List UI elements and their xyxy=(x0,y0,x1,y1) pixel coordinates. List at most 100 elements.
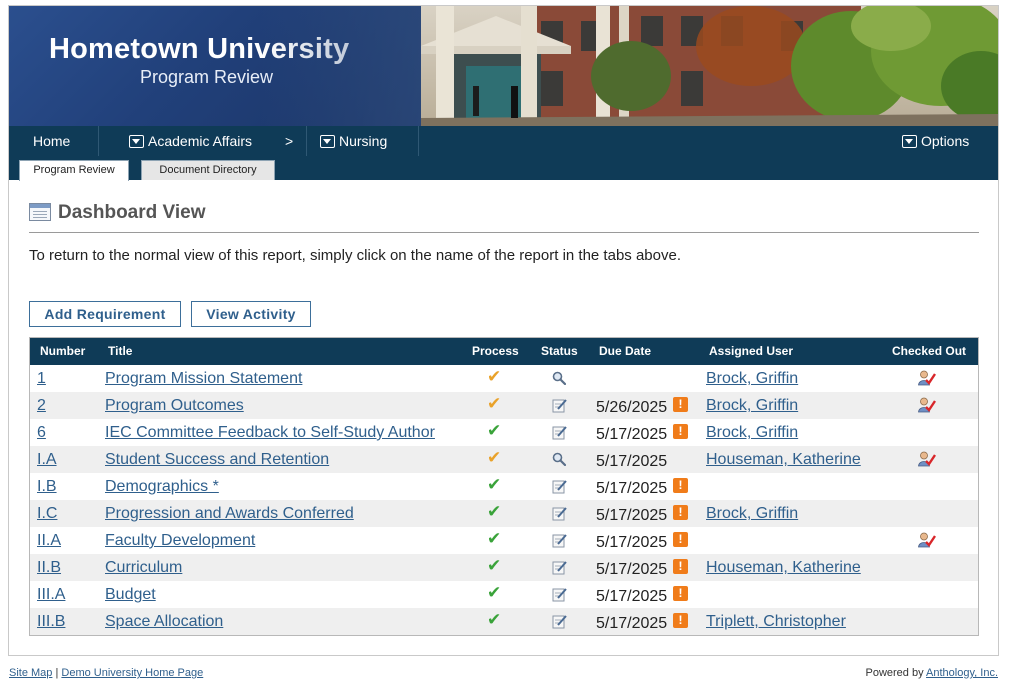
edit-icon[interactable] xyxy=(552,398,567,413)
page-title: Dashboard View xyxy=(58,202,206,223)
view-activity-button[interactable]: View Activity xyxy=(191,301,311,327)
add-requirement-button[interactable]: Add Requirement xyxy=(29,301,181,327)
nav-academic-affairs-label: Academic Affairs xyxy=(148,133,253,149)
tab-program-review[interactable]: Program Review xyxy=(19,160,129,181)
due-date: 5/17/2025 xyxy=(596,615,668,632)
banner-subtitle: Program Review xyxy=(140,67,274,87)
report-tabs: Program Review Document Directory xyxy=(9,156,998,181)
campus-photo xyxy=(421,6,998,126)
review-icon[interactable] xyxy=(552,452,566,466)
dropdown-icon xyxy=(129,135,144,148)
header-number[interactable]: Number xyxy=(40,338,85,365)
assigned-user-link[interactable]: Brock, Griffin xyxy=(706,419,798,446)
university-name: Hometown University xyxy=(49,33,350,65)
table-row: 2 Program Outcomes ✔ 5/26/2025! Brock, Griff… xyxy=(30,392,978,419)
table-row: I.A Student Success and Retention ✔ 5/17/20… xyxy=(30,446,978,473)
requirement-title-link[interactable]: Demographics * xyxy=(105,473,219,500)
requirement-number-link[interactable]: I.A xyxy=(37,446,57,473)
assigned-user-link[interactable]: Houseman, Katherine xyxy=(706,446,861,473)
complete-check-icon: ✔ xyxy=(487,475,502,494)
requirement-number-link[interactable]: II.A xyxy=(37,527,61,554)
due-date: 5/17/2025 xyxy=(596,561,668,578)
home-page-link[interactable]: Demo University Home Page xyxy=(61,667,203,679)
nav-academic-affairs[interactable]: Academic Affairs xyxy=(129,126,252,156)
tab-document-directory[interactable]: Document Directory xyxy=(141,160,275,180)
header-due-date[interactable]: Due Date xyxy=(599,338,651,365)
complete-check-icon: ✔ xyxy=(487,529,502,548)
requirement-title-link[interactable]: Space Allocation xyxy=(105,608,223,635)
requirement-title-link[interactable]: Program Outcomes xyxy=(105,392,244,419)
requirement-title-link[interactable]: Budget xyxy=(105,581,156,608)
header-assigned-user[interactable]: Assigned User xyxy=(709,338,793,365)
warning-icon: ! xyxy=(673,559,688,574)
checked-out-user-icon[interactable] xyxy=(918,451,936,467)
requirement-title-link[interactable]: Student Success and Retention xyxy=(105,446,329,473)
table-row: III.A Budget ✔ 5/17/2025! xyxy=(30,581,978,608)
footer-credit: Powered by Anthology, Inc. xyxy=(866,667,999,679)
checked-out-user-icon[interactable] xyxy=(918,532,936,548)
requirement-number-link[interactable]: III.B xyxy=(37,608,65,635)
nav-nursing-label: Nursing xyxy=(339,133,388,149)
header-title[interactable]: Title xyxy=(108,338,132,365)
requirement-number-link[interactable]: III.A xyxy=(37,581,65,608)
requirement-title-link[interactable]: Faculty Development xyxy=(105,527,255,554)
edit-icon[interactable] xyxy=(552,506,567,521)
review-icon[interactable] xyxy=(552,371,566,385)
edit-icon[interactable] xyxy=(552,614,567,629)
banner-brand: Hometown University Program Review xyxy=(9,6,421,126)
complete-check-icon: ✔ xyxy=(487,421,502,440)
warning-icon: ! xyxy=(673,478,688,493)
due-date: 5/17/2025 xyxy=(596,453,668,470)
in-progress-check-icon: ✔ xyxy=(487,367,502,386)
warning-icon: ! xyxy=(673,532,688,547)
complete-check-icon: ✔ xyxy=(487,583,502,602)
edit-icon[interactable] xyxy=(552,533,567,548)
requirement-number-link[interactable]: 1 xyxy=(37,365,46,392)
nav-nursing[interactable]: Nursing xyxy=(320,126,387,156)
due-date: 5/17/2025 xyxy=(596,507,668,524)
requirement-number-link[interactable]: II.B xyxy=(37,554,61,581)
footer-divider: | xyxy=(55,667,59,679)
table-row: 1 Program Mission Statement ✔ Brock, Griffi… xyxy=(30,365,978,392)
requirement-title-link[interactable]: Program Mission Statement xyxy=(105,365,302,392)
edit-icon[interactable] xyxy=(552,425,567,440)
assigned-user-link[interactable]: Brock, Griffin xyxy=(706,392,798,419)
due-date: 5/26/2025 xyxy=(596,399,668,416)
header-status[interactable]: Status xyxy=(541,338,578,365)
edit-icon[interactable] xyxy=(552,479,567,494)
edit-icon[interactable] xyxy=(552,560,567,575)
edit-icon[interactable] xyxy=(552,587,567,602)
requirements-table: Number Title Process Status Due Date Ass… xyxy=(29,337,979,636)
vendor-link[interactable]: Anthology, Inc. xyxy=(926,667,998,679)
breadcrumb-separator: > xyxy=(285,133,294,149)
requirement-title-link[interactable]: Progression and Awards Conferred xyxy=(105,500,354,527)
header-checked-out[interactable]: Checked Out xyxy=(892,338,966,365)
requirement-number-link[interactable]: I.C xyxy=(37,500,57,527)
banner: Hometown University Program Review xyxy=(9,6,998,126)
site-map-link[interactable]: Site Map xyxy=(9,667,52,679)
header-process[interactable]: Process xyxy=(472,338,519,365)
assigned-user-link[interactable]: Triplett, Christopher xyxy=(706,608,846,635)
in-progress-check-icon: ✔ xyxy=(487,394,502,413)
dropdown-icon xyxy=(902,135,917,148)
requirement-number-link[interactable]: I.B xyxy=(37,473,57,500)
checked-out-user-icon[interactable] xyxy=(918,370,936,386)
requirement-number-link[interactable]: 2 xyxy=(37,392,46,419)
checked-out-user-icon[interactable] xyxy=(918,397,936,413)
due-date: 5/17/2025 xyxy=(596,426,668,443)
assigned-user-link[interactable]: Brock, Griffin xyxy=(706,500,798,527)
dropdown-icon xyxy=(320,135,335,148)
complete-check-icon: ✔ xyxy=(487,610,502,629)
nav-options[interactable]: Options xyxy=(902,126,969,156)
table-row: 6 IEC Committee Feedback to Self-Study Au… xyxy=(30,419,978,446)
assigned-user-link[interactable]: Brock, Griffin xyxy=(706,365,798,392)
requirement-title-link[interactable]: IEC Committee Feedback to Self-Study Aut… xyxy=(105,419,435,446)
requirement-number-link[interactable]: 6 xyxy=(37,419,46,446)
table-header: Number Title Process Status Due Date Ass… xyxy=(30,338,978,365)
requirement-title-link[interactable]: Curriculum xyxy=(105,554,182,581)
nav-home[interactable]: Home xyxy=(33,126,70,156)
powered-by-text: Powered by xyxy=(865,667,924,679)
nav-options-label: Options xyxy=(921,133,970,149)
assigned-user-link[interactable]: Houseman, Katherine xyxy=(706,554,861,581)
table-body: 1 Program Mission Statement ✔ Brock, Griffi… xyxy=(30,365,978,635)
